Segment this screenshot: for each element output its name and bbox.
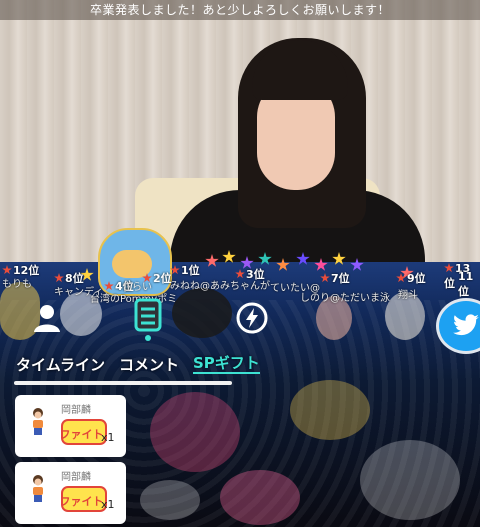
- gift-card[interactable]: 岡部麟 ファイト! x1: [15, 395, 126, 457]
- tab-underline-bar: [14, 381, 232, 385]
- tab-comment[interactable]: コメント: [119, 354, 179, 374]
- character-figure: [140, 480, 200, 520]
- gift-count: x1: [101, 431, 115, 444]
- gift-sender-name: 岡部麟: [61, 405, 91, 416]
- ranking-label: 11位: [458, 270, 474, 298]
- character-figure: [220, 470, 300, 525]
- character-figure: [172, 288, 232, 338]
- gift-count: x1: [101, 498, 115, 511]
- twitter-icon: [453, 314, 479, 336]
- tab-timeline[interactable]: タイムライン: [16, 354, 105, 374]
- tab-sp-gift[interactable]: SPギフト: [192, 354, 260, 374]
- gift-card[interactable]: 岡部麟 ファイト! x1: [15, 462, 126, 524]
- ranking-label: 3位: [235, 266, 265, 282]
- ranking-label: 7位: [320, 270, 350, 286]
- ranking-label: 2位: [142, 270, 172, 286]
- ranking-label: 9位: [396, 270, 426, 286]
- live-stream-screen: 卒業発表しました！あと少しよろしくお願いします！ 12位 もりも 8位 キャンデ…: [0, 0, 480, 527]
- gift-sender-name: 岡部麟: [61, 472, 91, 483]
- character-figure: [290, 380, 370, 440]
- character-figure: [360, 440, 460, 520]
- avatar: [33, 408, 43, 435]
- tab-bar: タイムライン コメント SPギフト: [16, 354, 260, 374]
- list-icon[interactable]: [128, 298, 168, 342]
- bolt-icon[interactable]: [236, 302, 268, 334]
- avatar: [33, 475, 43, 502]
- ranking-name: しのり@ただいま泳: [300, 293, 390, 304]
- ranking-name: もりも: [2, 279, 32, 290]
- character-figure: [150, 392, 240, 472]
- top-banner: 卒業発表しました！あと少しよろしくお願いします！: [0, 0, 480, 20]
- user-icon[interactable]: [30, 300, 64, 336]
- ranking-label: 1位: [170, 262, 200, 278]
- ranking-name: 翔斗: [398, 290, 418, 301]
